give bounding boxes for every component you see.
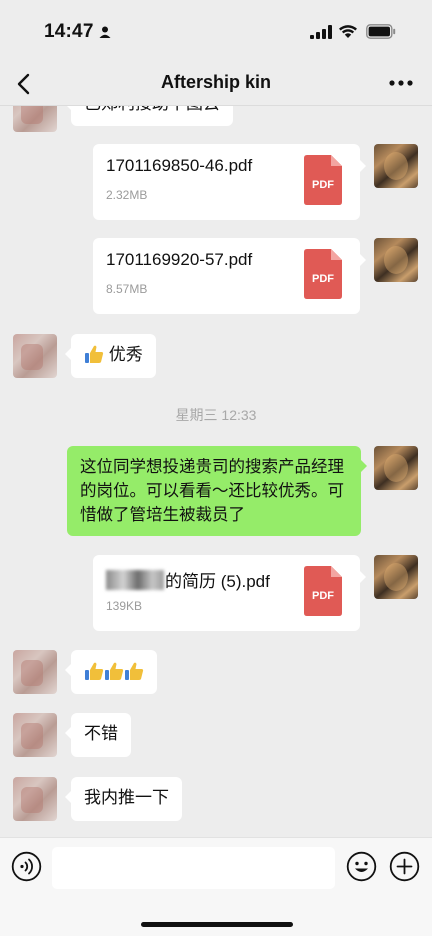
received-message[interactable]: 优秀 [65, 334, 156, 378]
battery-icon [366, 24, 396, 39]
message-text: 不错 [84, 724, 118, 743]
file-message[interactable]: 1701169920-57.pdf 8.57MB PDF [93, 238, 366, 314]
message-text: 我内推一下 [84, 788, 169, 807]
sent-message[interactable]: 这位同学想投递贵司的搜索产品经理的岗位。可以看看～还比较优秀。可惜做了管培生被裁… [67, 446, 367, 536]
contact-avatar[interactable] [13, 334, 57, 378]
chat-area[interactable]: 已郑利接助下图去 1701169850-46.pdf 2.32MB PDF 17… [0, 62, 432, 837]
message-text: 优秀 [108, 345, 143, 364]
message-input[interactable] [52, 847, 335, 889]
my-avatar[interactable] [374, 446, 418, 490]
contact-avatar[interactable] [13, 713, 57, 757]
chat-timestamp: 星期三 12:33 [175, 407, 257, 423]
my-avatar[interactable] [374, 144, 418, 188]
thumbs-up-icon [125, 662, 144, 680]
chat-title: Aftership kin [160, 72, 271, 92]
received-message[interactable] [65, 650, 157, 694]
file-size: 2.32MB [106, 188, 148, 202]
status-bar: 14:47 [0, 0, 432, 62]
my-avatar[interactable] [374, 555, 418, 599]
home-indicator [141, 922, 293, 927]
file-name: 1701169850-46.pdf [106, 156, 253, 175]
file-message[interactable]: 1701169850-46.pdf 2.32MB PDF [93, 144, 366, 220]
pdf-icon: PDF [304, 249, 342, 299]
contact-avatar[interactable] [13, 777, 57, 821]
plus-icon[interactable] [389, 851, 420, 882]
cellular-signal-icon [310, 25, 332, 39]
file-name: 1701169920-57.pdf [106, 250, 253, 269]
contact-avatar[interactable] [13, 650, 57, 694]
person-icon [99, 26, 111, 38]
status-time: 14:47 [44, 21, 94, 42]
thumbs-up-icon [105, 662, 124, 680]
file-name: 的简历 (5).pdf [106, 567, 270, 592]
file-message[interactable]: 的简历 (5).pdf 139KB PDF [93, 555, 366, 631]
thumbs-up-icon [85, 662, 104, 680]
received-message[interactable]: 我内推一下 [65, 777, 182, 821]
redacted-name [106, 570, 164, 590]
more-icon[interactable] [388, 78, 414, 88]
received-message[interactable]: 不错 [65, 713, 131, 757]
input-bar [0, 837, 432, 936]
voice-icon[interactable] [11, 851, 42, 882]
file-size: 139KB [106, 599, 143, 613]
message-text: 这位同学想投递贵司的搜索产品经理的岗位。可以看看～还比较优秀。可惜做了管培生被裁… [80, 458, 344, 524]
wifi-icon [339, 25, 357, 38]
emoji-icon[interactable] [346, 851, 377, 882]
thumbs-up-icon [85, 345, 104, 363]
nav-bar: Aftership kin [0, 62, 432, 106]
pdf-icon: PDF [304, 155, 342, 205]
pdf-icon: PDF [304, 566, 342, 616]
file-size: 8.57MB [106, 282, 148, 296]
my-avatar[interactable] [374, 238, 418, 282]
